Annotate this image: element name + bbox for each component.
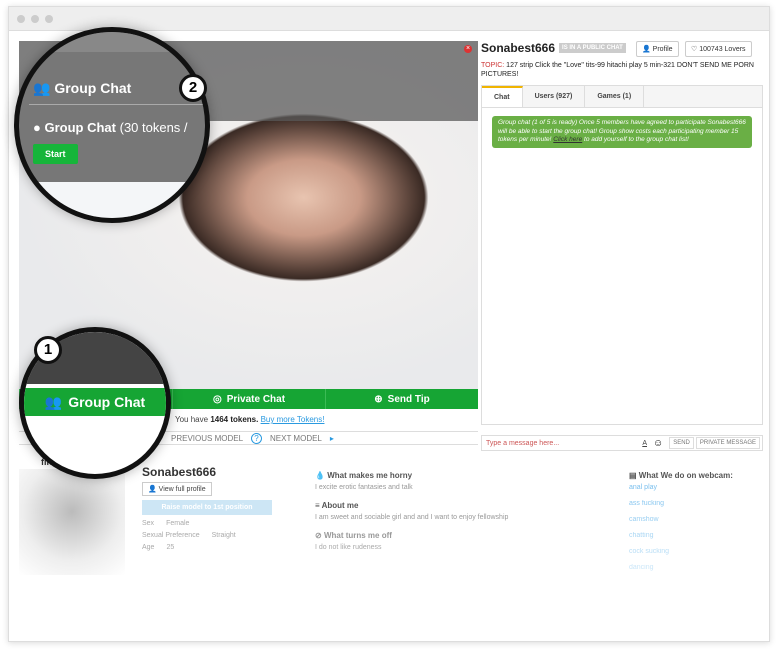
view-full-profile-button[interactable]: 👤 View full profile — [142, 482, 212, 496]
webcam-tag[interactable]: chatting — [629, 532, 759, 539]
send-tip-button[interactable]: ⊕ Send Tip — [325, 389, 478, 409]
webcam-tag[interactable]: ass fucking — [629, 500, 759, 507]
chat-box: Chat Users (927) Games (1) Group chat (1… — [481, 85, 763, 425]
callout-1: 1 — [34, 336, 62, 364]
mask-icon: ◎ — [212, 393, 222, 405]
emoji-icon[interactable]: ☺ — [653, 438, 663, 449]
list-icon: ▤ — [629, 471, 637, 480]
profile-name: Sonabest666 — [142, 465, 217, 479]
send-button[interactable]: SEND — [669, 437, 694, 449]
webcam-tag[interactable]: anal play — [629, 484, 759, 491]
field-value: Female — [166, 520, 190, 527]
field-label: Age — [142, 544, 155, 551]
previous-model-link[interactable]: PREVIOUS MODEL — [171, 434, 243, 443]
click-here-link[interactable]: Click here — [553, 136, 582, 143]
webcam-tag[interactable]: camshow — [629, 516, 759, 523]
field-label: Sexual Preference — [142, 532, 200, 539]
raise-model-button[interactable]: Raise model to 1st position — [142, 500, 272, 515]
message-input[interactable]: Type a message here... — [482, 440, 642, 447]
topic: TOPIC: 127 strip Click the "Love" tits-9… — [481, 62, 754, 78]
group-icon: 👥 — [33, 80, 51, 96]
about-icon: ≡ — [315, 501, 320, 510]
block-icon: ⊘ — [315, 531, 322, 540]
group-chat-message: Group chat (1 of 5 is ready) Once 5 memb… — [492, 116, 752, 148]
model-name: Sonabest666 — [481, 41, 556, 55]
tab-users[interactable]: Users (927) — [523, 86, 586, 107]
radio-icon[interactable]: ● — [33, 120, 41, 135]
plus-circle-icon: ⊕ — [374, 393, 383, 405]
group-chat-option[interactable]: ● Group Chat (30 tokens / — [33, 120, 188, 135]
users-icon: 👥 — [44, 393, 63, 410]
magnifier-group-chat-panel: 👥 Group Chat ● Group Chat (30 tokens / S… — [14, 27, 210, 223]
group-chat-header: 👥 Group Chat — [33, 80, 132, 96]
private-message-button[interactable]: PRIVATE MESSAGE — [695, 437, 760, 449]
tab-games[interactable]: Games (1) — [585, 86, 645, 107]
model-thumbnail — [19, 469, 125, 575]
group-chat-button-zoomed[interactable]: 👥 Group Chat — [24, 388, 166, 416]
field-value: Straight — [211, 532, 236, 539]
profile-button[interactable]: 👤 Profile — [636, 41, 679, 57]
play-icon: ▸ — [329, 433, 334, 443]
webcam-tag[interactable]: dancing — [629, 564, 759, 571]
field-label: Sex — [142, 520, 155, 527]
tab-chat[interactable]: Chat — [482, 86, 523, 107]
buy-tokens-link[interactable]: Buy more Tokens! — [261, 415, 325, 424]
close-icon[interactable]: × — [464, 45, 472, 53]
chat-panel: Sonabest666 IS IN A PUBLIC CHAT 👤 Profile… — [481, 41, 763, 425]
drop-icon: 💧 — [315, 471, 325, 480]
token-balance: You have 1464 tokens. Buy more Tokens! — [175, 415, 325, 424]
font-icon[interactable]: A — [642, 440, 647, 447]
chat-input-row: Type a message here... A ☺ SEND PRIVATE … — [481, 435, 763, 451]
lovers-button[interactable]: ♡ 100743 Lovers — [685, 41, 752, 57]
callout-2: 2 — [179, 74, 207, 102]
next-model-link[interactable]: NEXT MODEL — [270, 434, 322, 443]
field-value: 25 — [166, 544, 175, 551]
private-chat-button[interactable]: ◎ Private Chat — [172, 389, 325, 409]
start-button[interactable]: Start — [33, 144, 78, 164]
help-icon[interactable]: ? — [251, 432, 263, 444]
webcam-tag[interactable]: cock sucking — [629, 548, 759, 555]
status-badge: IS IN A PUBLIC CHAT — [559, 43, 626, 53]
profile-section: file Sonabest666 👤 View full profile Rai… — [19, 457, 759, 587]
